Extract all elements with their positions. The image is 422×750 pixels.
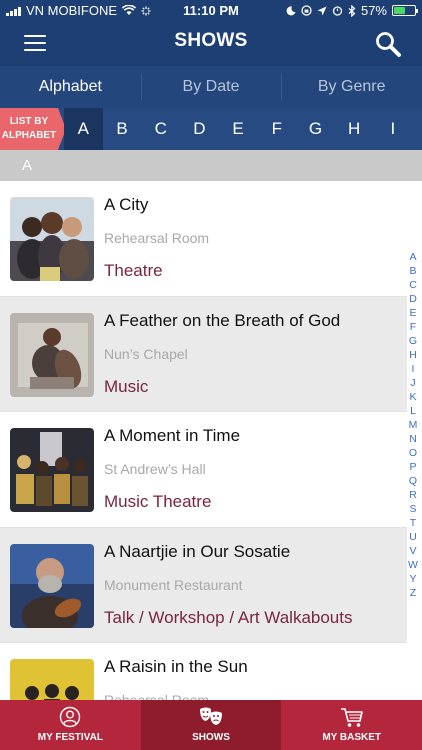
show-thumbnail [10, 312, 94, 397]
moon-icon [286, 5, 296, 15]
index-letter[interactable]: K [409, 390, 416, 404]
letter-button-e[interactable]: E [219, 108, 258, 150]
search-icon[interactable] [374, 30, 402, 58]
show-thumbnail [10, 543, 94, 628]
index-letter[interactable]: T [410, 516, 416, 530]
index-letter[interactable]: I [412, 362, 415, 376]
header: VN MOBIFONE 11:10 PM 57% SHOWS [0, 0, 422, 66]
index-letter[interactable]: H [409, 348, 417, 362]
index-letter[interactable]: C [409, 278, 417, 292]
letter-button-h[interactable]: H [335, 108, 374, 150]
list-item[interactable]: A Raisin in the Sun Rehearsal Room [0, 643, 407, 700]
show-title: A City [104, 195, 149, 214]
tab-by-genre[interactable]: By Genre [281, 66, 422, 108]
battery-icon [392, 5, 418, 16]
index-letter[interactable]: Y [409, 572, 416, 586]
index-letter[interactable]: G [409, 334, 417, 348]
nav-bar: SHOWS [0, 22, 422, 66]
index-letter[interactable]: Z [410, 586, 416, 600]
index-letter[interactable]: O [409, 446, 417, 460]
show-thumbnail [10, 197, 94, 281]
index-letter[interactable]: N [409, 432, 417, 446]
letter-buttons: A B C D E F G H I [64, 108, 412, 150]
show-thumbnail [10, 428, 94, 512]
shows-list[interactable]: A City Rehearsal Room Theatre A Feather … [0, 181, 422, 700]
show-venue: St Andrew’s Hall [104, 461, 206, 477]
letter-button-i[interactable]: I [374, 108, 413, 150]
letter-button-a[interactable]: A [64, 108, 103, 150]
bottom-nav: MY FESTIVAL SHOWS MY BASKET [0, 700, 422, 750]
list-item[interactable]: A City Rehearsal Room Theatre [0, 181, 407, 297]
index-letter[interactable]: Q [409, 474, 417, 488]
show-genre: Theatre [104, 261, 163, 280]
bottom-nav-my-festival[interactable]: MY FESTIVAL [0, 700, 141, 750]
page-title: SHOWS [174, 30, 248, 51]
index-letter[interactable]: V [409, 544, 416, 558]
letter-button-g[interactable]: G [296, 108, 335, 150]
bottom-nav-label: MY BASKET [322, 732, 382, 743]
list-item[interactable]: A Naartjie in Our Sosatie Monument Resta… [0, 527, 407, 643]
letter-strip: LIST BY ALPHABET A B C D E F G H I [0, 108, 422, 150]
battery-level [394, 7, 406, 14]
shopping-cart-icon [340, 708, 363, 727]
alarm-icon [332, 6, 343, 16]
show-title: A Moment in Time [104, 426, 241, 445]
bottom-nav-shows[interactable]: SHOWS [140, 700, 282, 750]
index-letter[interactable]: P [409, 460, 416, 474]
index-letter[interactable]: D [409, 292, 417, 306]
person-icon [60, 706, 81, 728]
show-thumbnail [10, 659, 94, 700]
bottom-nav-my-basket[interactable]: MY BASKET [281, 700, 422, 750]
location-icon [317, 6, 327, 15]
battery-percent: 57% [360, 3, 387, 18]
show-venue: Nun’s Chapel [104, 345, 188, 362]
index-letter[interactable]: R [409, 488, 417, 502]
list-by-alphabet-badge: LIST BY ALPHABET [0, 108, 66, 150]
letter-button-d[interactable]: D [180, 108, 219, 150]
index-letter[interactable]: W [408, 558, 418, 572]
show-genre: Music Theatre [104, 492, 212, 511]
tab-by-date[interactable]: By Date [140, 66, 282, 108]
list-item[interactable]: A Feather on the Breath of God Nun’s Cha… [0, 296, 407, 412]
show-genre: Talk / Workshop / Art Walkabouts [104, 607, 353, 627]
index-letter[interactable]: L [410, 404, 416, 418]
letter-button-f[interactable]: F [257, 108, 296, 150]
show-title: A Naartjie in Our Sosatie [104, 541, 291, 561]
bottom-nav-label: MY FESTIVAL [37, 732, 103, 743]
status-bar: VN MOBIFONE 11:10 PM 57% [0, 0, 422, 22]
show-genre: Music [104, 376, 149, 396]
letter-button-c[interactable]: C [141, 108, 180, 150]
alphabet-index[interactable]: A B C D E F G H I J K L M N O P Q R S T … [407, 250, 419, 600]
section-header: A [0, 150, 422, 181]
orientation-lock-icon [301, 5, 312, 16]
index-letter[interactable]: A [409, 250, 416, 264]
index-letter[interactable]: M [409, 418, 418, 432]
letter-button-b[interactable]: B [103, 108, 142, 150]
index-letter[interactable]: J [410, 376, 415, 390]
bottom-nav-label: SHOWS [192, 732, 230, 743]
index-letter[interactable]: U [409, 530, 417, 544]
index-letter[interactable]: E [409, 306, 416, 320]
theatre-masks-icon [200, 707, 222, 725]
tab-alphabet[interactable]: Alphabet [0, 66, 141, 108]
index-letter[interactable]: S [409, 502, 416, 516]
show-title: A Raisin in the Sun [104, 657, 248, 676]
show-venue: Rehearsal Room [104, 230, 210, 246]
index-letter[interactable]: F [410, 320, 416, 334]
list-item[interactable]: A Moment in Time St Andrew’s Hall Music … [0, 412, 407, 528]
show-venue: Rehearsal Room [104, 692, 210, 700]
index-letter[interactable]: B [409, 264, 416, 278]
bluetooth-icon [348, 4, 356, 17]
view-tabs: Alphabet By Date By Genre [0, 66, 422, 108]
show-title: A Feather on the Breath of God [104, 310, 341, 330]
show-venue: Monument Restaurant [104, 576, 243, 593]
